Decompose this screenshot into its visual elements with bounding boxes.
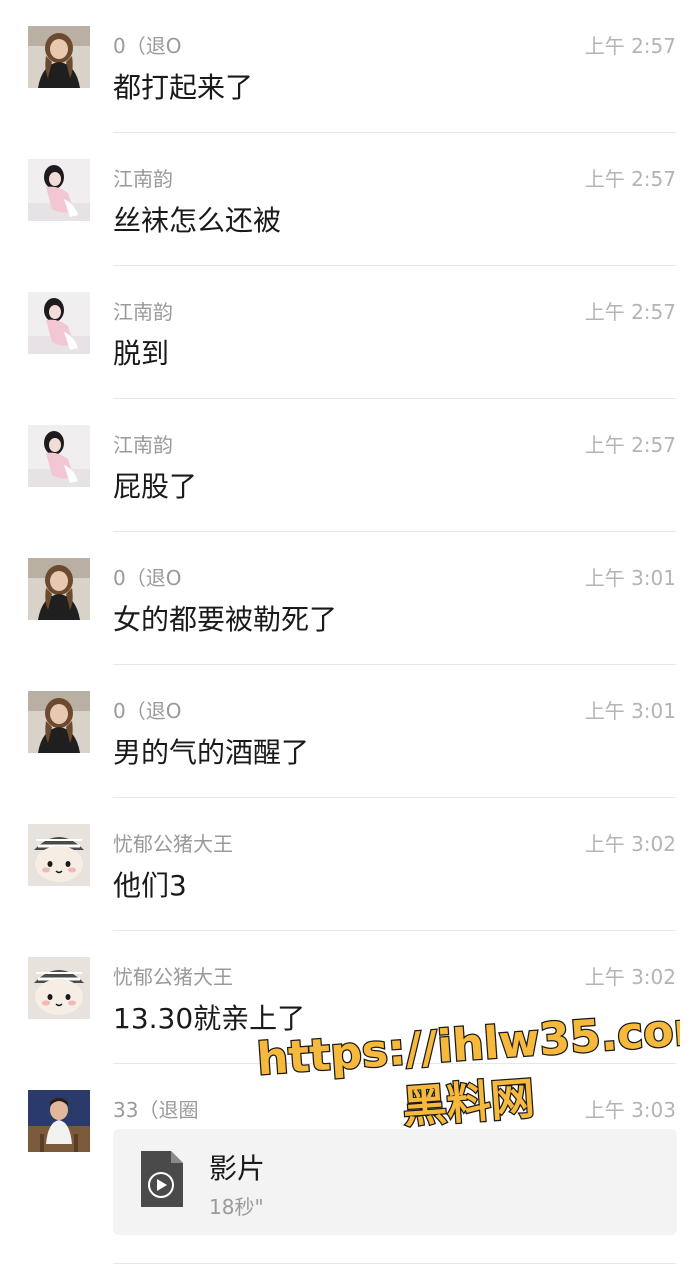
message-item[interactable]: 忧郁公猪大王 上午 3:02 13.30就亲上了 [0, 931, 696, 1064]
sender-name: 33（退圈 [113, 1098, 199, 1122]
message-text: 男的气的酒醒了 [113, 736, 310, 769]
message-time: 上午 2:57 [584, 34, 676, 58]
message-time: 上午 2:57 [584, 300, 676, 324]
message-item[interactable]: 江南韵 上午 2:57 屁股了 [0, 399, 696, 532]
message-time: 上午 2:57 [584, 433, 676, 457]
video-file-icon [137, 1149, 185, 1209]
avatar-girl-sitting-icon [28, 558, 90, 620]
message-item[interactable]: 忧郁公猪大王 上午 3:02 他们3 [0, 798, 696, 931]
avatar-girl-sitting-icon [28, 26, 90, 88]
file-duration: 18秒" [209, 1195, 264, 1219]
sender-name: 忧郁公猪大王 [113, 965, 233, 989]
avatar-girl-pink-icon [28, 159, 90, 221]
sender-name: 江南韵 [113, 433, 173, 457]
message-text: 女的都要被勒死了 [113, 603, 338, 636]
avatar[interactable] [28, 1090, 90, 1152]
message-text: 屁股了 [113, 470, 198, 503]
avatar-plush-toy-icon [28, 824, 90, 886]
avatar-girl-pink-icon [28, 292, 90, 354]
message-text: 都打起来了 [113, 71, 254, 104]
avatar[interactable] [28, 425, 90, 487]
divider [113, 1263, 676, 1264]
message-item[interactable]: 0（退O 上午 3:01 男的气的酒醒了 [0, 665, 696, 798]
message-item[interactable]: 0（退O 上午 2:57 都打起来了 [0, 0, 696, 133]
message-time: 上午 3:01 [584, 699, 676, 723]
avatar-girl-sitting-icon [28, 691, 90, 753]
sender-name: 江南韵 [113, 167, 173, 191]
sender-name: 江南韵 [113, 300, 173, 324]
message-text: 脱到 [113, 337, 170, 370]
message-text: 丝袜怎么还被 [113, 204, 282, 237]
message-item[interactable]: 江南韵 上午 2:57 丝袜怎么还被 [0, 133, 696, 266]
avatar-plush-toy-icon [28, 957, 90, 1019]
message-text: 13.30就亲上了 [113, 1002, 306, 1035]
avatar[interactable] [28, 558, 90, 620]
message-time: 上午 3:01 [584, 566, 676, 590]
avatar-child-icon [28, 1090, 90, 1152]
video-file-card[interactable]: 影片 18秒" [113, 1129, 677, 1235]
file-title: 影片 [209, 1152, 266, 1185]
sender-name: 0（退O [113, 34, 182, 58]
avatar[interactable] [28, 292, 90, 354]
avatar[interactable] [28, 26, 90, 88]
message-time: 上午 3:02 [584, 965, 676, 989]
message-time: 上午 3:03 [584, 1098, 676, 1122]
sender-name: 0（退O [113, 566, 182, 590]
avatar[interactable] [28, 824, 90, 886]
avatar[interactable] [28, 159, 90, 221]
message-text: 他们3 [113, 869, 187, 902]
avatar[interactable] [28, 957, 90, 1019]
avatar[interactable] [28, 691, 90, 753]
message-time: 上午 2:57 [584, 167, 676, 191]
avatar-girl-pink-icon [28, 425, 90, 487]
message-item[interactable]: 江南韵 上午 2:57 脱到 [0, 266, 696, 399]
sender-name: 0（退O [113, 699, 182, 723]
sender-name: 忧郁公猪大王 [113, 832, 233, 856]
file-message-item[interactable]: 33（退圈 上午 3:03 影片 18秒" [0, 1064, 696, 1264]
message-item[interactable]: 0（退O 上午 3:01 女的都要被勒死了 [0, 532, 696, 665]
message-time: 上午 3:02 [584, 832, 676, 856]
